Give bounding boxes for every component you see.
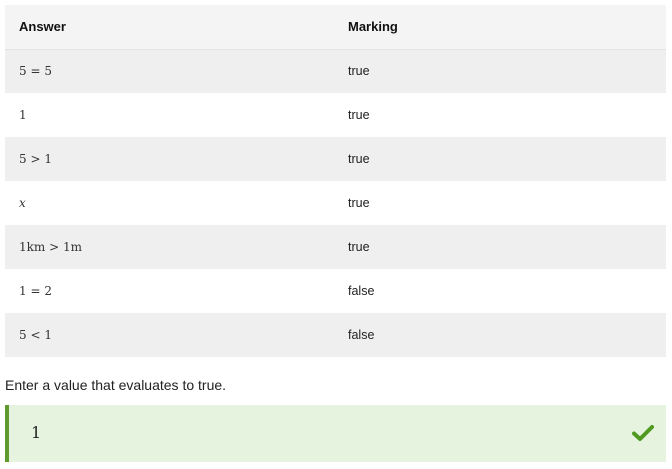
marking-column-header: Marking: [334, 5, 666, 50]
marking-cell: true: [334, 225, 666, 269]
question-prompt: Enter a value that evaluates to true.: [5, 377, 227, 393]
table-row: 1km > 1m true: [5, 225, 666, 269]
table-row: 5 < 1 false: [5, 313, 666, 357]
table-row: 1 true: [5, 93, 666, 137]
marking-cell: false: [334, 269, 666, 313]
marking-cell: true: [334, 93, 666, 137]
answer-cell: 1: [5, 93, 334, 137]
answer-cell: 1 = 2: [5, 269, 334, 313]
check-icon: [632, 425, 654, 441]
answer-cell: x: [5, 181, 334, 225]
marking-cell: true: [334, 137, 666, 181]
answer-cell: 5 < 1: [5, 313, 334, 357]
table-row: 5 > 1 true: [5, 137, 666, 181]
marking-table: Answer Marking 5 = 5 true 1 true 5 > 1 t…: [5, 5, 666, 357]
answer-column-header: Answer: [5, 5, 334, 50]
page: Answer Marking 5 = 5 true 1 true 5 > 1 t…: [0, 0, 672, 469]
marking-cell: true: [334, 181, 666, 225]
answer-box: [5, 405, 666, 462]
table-row: 1 = 2 false: [5, 269, 666, 313]
answer-cell: 1km > 1m: [5, 225, 334, 269]
marking-cell: true: [334, 49, 666, 93]
table-row: 5 = 5 true: [5, 49, 666, 93]
answer-cell: 5 > 1: [5, 137, 334, 181]
marking-cell: false: [334, 313, 666, 357]
answer-input[interactable]: [31, 419, 591, 445]
table-row: x true: [5, 181, 666, 225]
table-header-row: Answer Marking: [5, 5, 666, 50]
answer-cell: 5 = 5: [5, 49, 334, 93]
